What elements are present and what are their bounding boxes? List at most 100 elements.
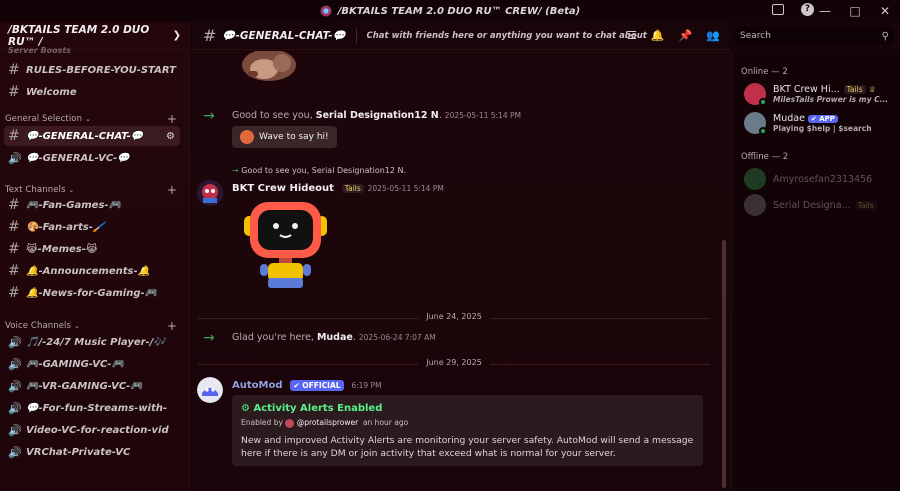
sidebar-item-vrchat-private-vc[interactable]: 🔊 VRChat-Private-VC xyxy=(4,442,180,462)
channel-label: 😹-Memes-😹 xyxy=(26,243,98,255)
category-voice-channels[interactable]: Voice Channels ⌄ + xyxy=(5,319,177,333)
channel-label: 🎮-Fan-Games-🎮 xyxy=(26,199,122,211)
message-header: AutoMod ✔ OFFICIAL 6:19 PM xyxy=(232,377,382,391)
sidebar-item-news-for-gaming[interactable]: # 🔔-News-for-Gaming-🎮 xyxy=(4,283,180,303)
avatar xyxy=(744,194,766,216)
member-name: Amyrosefan2313456 xyxy=(773,173,873,185)
channel-sidebar: /BKTAILS TEAM 2.0 DUO RU™ / ❯ Server Boo… xyxy=(0,22,190,491)
member-text: BKT Crew Hi... Tails ♕ MilesTails Prower … xyxy=(773,84,888,104)
channel-topic[interactable]: Chat with friends here or anything you w… xyxy=(367,31,647,41)
category-general-selection[interactable]: General Selection ⌄ + xyxy=(5,112,177,126)
add-channel-icon[interactable]: + xyxy=(167,112,177,126)
member-activity: MilesTails Prower is my C... xyxy=(773,95,889,104)
automod-avatar[interactable] xyxy=(197,377,223,403)
member-activity: Playing $help | $search xyxy=(773,124,872,133)
search-input[interactable]: Search ⚲ xyxy=(735,27,894,45)
scrollbar[interactable] xyxy=(722,240,726,488)
embed-title: ⚙ Activity Alerts Enabled xyxy=(241,403,694,414)
date-divider: June 29, 2025 xyxy=(418,358,490,367)
sidebar-item-rules[interactable]: # RULES-BEFORE-YOU-START xyxy=(4,60,180,80)
relative-time: an hour ago xyxy=(362,418,409,427)
online-status-icon xyxy=(759,127,767,135)
system-message-welcome: Good to see you, Serial Designation12 N.… xyxy=(232,110,521,121)
hash-icon: # xyxy=(8,219,20,235)
avatar xyxy=(744,112,767,135)
gear-icon: ⚙ xyxy=(241,403,250,414)
user-mention[interactable]: @protailsprower xyxy=(297,418,358,427)
hash-icon: # xyxy=(8,84,20,100)
sidebar-item-fan-games[interactable]: # 🎮-Fan-Games-🎮 xyxy=(4,195,180,215)
avatar[interactable] xyxy=(197,180,223,206)
robot-sticker-image[interactable] xyxy=(238,198,333,290)
title-bar: /BKTAILS TEAM 2.0 DUO RU™ CREW/ (Beta) xyxy=(0,0,900,22)
speaker-icon: 🔊 xyxy=(8,357,22,371)
author-name[interactable]: BKT Crew Hideout xyxy=(232,183,334,194)
server-tag: Tails xyxy=(854,200,877,210)
sidebar-item-video-vc[interactable]: 🔊 Video-VC-for-reaction-vid xyxy=(4,420,180,440)
date-label: June 29, 2025 xyxy=(426,358,482,367)
sidebar-item-welcome[interactable]: # Welcome xyxy=(4,82,180,102)
offline-header: Offline — 2 xyxy=(741,152,789,162)
member-list: Online — 2 BKT Crew Hi... Tails ♕ MilesTa… xyxy=(731,51,900,491)
system-text: . xyxy=(352,332,356,343)
sidebar-item-general-vc[interactable]: 🔊 💬-GENERAL-VC-💬 xyxy=(4,148,180,168)
system-text: . xyxy=(438,110,442,121)
reply-reference[interactable]: → Good to see you, Serial Designation12 … xyxy=(232,166,406,175)
member-item[interactable]: Serial Designa... Tails xyxy=(744,194,894,216)
bell-icon[interactable]: 🔔 xyxy=(651,29,665,42)
user-mention[interactable]: Serial Designation12 N xyxy=(316,110,439,121)
server-tag: Tails xyxy=(843,85,866,94)
hash-icon: # xyxy=(8,62,20,78)
inbox-icon[interactable] xyxy=(772,4,784,15)
channel-label: 💬-GENERAL-CHAT-💬 xyxy=(26,130,144,142)
avatar xyxy=(744,83,767,106)
channel-settings-icon[interactable]: ⚙ xyxy=(166,131,175,142)
speaker-icon: 🔊 xyxy=(8,401,22,415)
system-text: Glad you're here, xyxy=(232,332,317,343)
timestamp: 2025-05-11 5:14 PM xyxy=(367,184,444,193)
sidebar-item-memes[interactable]: # 😹-Memes-😹 xyxy=(4,239,180,259)
server-tag[interactable]: Tails xyxy=(341,184,364,193)
sidebar-item-for-fun-streams[interactable]: 🔊 💬-For-fun-Streams-with- xyxy=(4,398,180,418)
close-button[interactable]: ✕ xyxy=(870,4,900,18)
member-item[interactable]: Mudae ✔ APP Playing $help | $search xyxy=(744,112,894,135)
hash-icon: # xyxy=(8,285,20,301)
channel-label: Video-VC-for-reaction-vid xyxy=(26,424,169,436)
pin-icon[interactable]: 📌 xyxy=(679,29,693,42)
channel-label: VRChat-Private-VC xyxy=(26,446,131,458)
official-badge: ✔ OFFICIAL xyxy=(290,380,344,391)
member-item[interactable]: Amyrosefan2313456 xyxy=(744,168,894,190)
wave-button[interactable]: Wave to say hi! xyxy=(232,126,337,148)
divider xyxy=(355,28,357,43)
chevron-down-icon: ⌄ xyxy=(68,186,75,194)
avatar xyxy=(285,418,295,428)
speaker-icon: 🔊 xyxy=(8,335,22,349)
channel-label: Welcome xyxy=(26,86,77,98)
search-placeholder: Search xyxy=(740,31,771,41)
members-icon[interactable]: 👥 xyxy=(706,29,720,42)
add-channel-icon[interactable]: + xyxy=(167,319,177,333)
timestamp: 2025-06-24 7:07 AM xyxy=(358,333,436,342)
official-badge-label: OFFICIAL xyxy=(302,381,341,390)
app-logo-icon xyxy=(319,5,332,17)
sidebar-item-vr-gaming-vc[interactable]: 🔊 🎮-VR-GAMING-VC-🎮 xyxy=(4,376,180,396)
author-name[interactable]: AutoMod xyxy=(232,380,283,391)
user-mention[interactable]: Mudae xyxy=(317,332,353,343)
member-item[interactable]: BKT Crew Hi... Tails ♕ MilesTails Prower … xyxy=(744,83,894,106)
minimize-button[interactable]: — xyxy=(810,4,840,18)
threads-icon[interactable]: ☰ xyxy=(627,29,637,42)
sidebar-item-gaming-vc[interactable]: 🔊 🎮-GAMING-VC-🎮 xyxy=(4,354,180,374)
sidebar-item-music-player[interactable]: 🔊 🎵/-24/7 Music Player-/🎶 xyxy=(4,332,180,352)
online-status-icon xyxy=(759,98,767,106)
sidebar-item-server-boosts[interactable]: Server Boosts xyxy=(4,44,180,56)
maximize-button[interactable]: □ xyxy=(840,4,870,18)
message-image-top[interactable] xyxy=(238,49,300,84)
category-label: Text Channels xyxy=(5,185,66,195)
sidebar-item-fan-arts[interactable]: # 🎨-Fan-arts-🖌️ xyxy=(4,217,180,237)
member-text: Mudae ✔ APP Playing $help | $search xyxy=(773,113,872,133)
sidebar-item-general-chat[interactable]: # 💬-GENERAL-CHAT-💬 ⚙ xyxy=(4,126,180,146)
join-arrow-icon: → xyxy=(232,166,239,175)
member-text: Amyrosefan2313456 xyxy=(773,174,872,185)
sidebar-item-announcements[interactable]: # 🔔-Announcements-🔔 xyxy=(4,261,180,281)
chevron-down-icon: ⌄ xyxy=(74,322,81,330)
